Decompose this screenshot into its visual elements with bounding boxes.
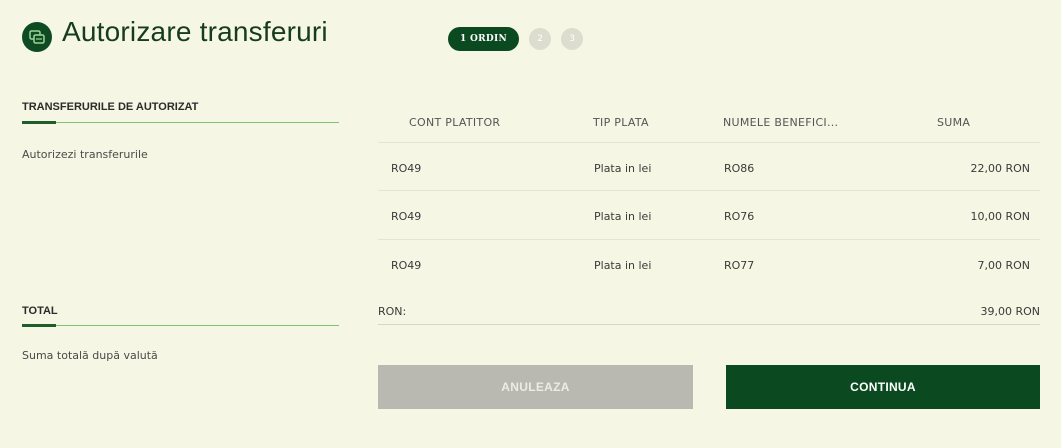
cell-beneficiary: RO76	[724, 210, 755, 223]
col-header-amount: SUMA	[937, 116, 971, 129]
cell-type: Plata in lei	[594, 259, 652, 272]
step-1-active[interactable]: 1 ORDIN	[448, 27, 520, 51]
total-divider-accent	[22, 324, 56, 327]
total-currency-label: RON:	[378, 305, 407, 318]
step-2: 2	[529, 28, 552, 50]
transfers-section-desc: Autorizezi transferurile	[22, 148, 148, 161]
continue-button[interactable]: CONTINUA	[726, 365, 1040, 409]
cell-amount: 22,00 RON	[970, 162, 1030, 175]
table-row[interactable]: RO49 Plata in lei RO77 7,00 RON	[378, 245, 1040, 291]
cell-account: RO49	[391, 259, 422, 272]
cell-amount: 7,00 RON	[977, 259, 1030, 272]
total-divider	[22, 325, 339, 326]
cell-account: RO49	[391, 210, 422, 223]
row-divider	[378, 190, 1040, 191]
cell-type: Plata in lei	[594, 162, 652, 175]
row-divider	[378, 239, 1040, 240]
cancel-button[interactable]: ANULEAZA	[378, 365, 693, 409]
col-header-account: CONT PLATITOR	[409, 116, 501, 129]
total-section-title: TOTAL	[22, 305, 58, 317]
total-section-desc: Suma totală după valută	[22, 349, 158, 362]
section-divider-accent	[22, 121, 56, 124]
total-divider-line	[378, 324, 1040, 325]
section-divider	[22, 122, 339, 123]
col-header-beneficiary: NUMELE BENEFICI...	[723, 116, 839, 129]
cell-beneficiary: RO77	[724, 259, 755, 272]
order-stepper: 1 ORDIN 2 3	[448, 27, 584, 51]
page-title: Autorizare transferuri	[62, 16, 328, 47]
cell-account: RO49	[391, 162, 422, 175]
table-row[interactable]: RO49 Plata in lei RO76 10,00 RON	[378, 196, 1040, 242]
table-row[interactable]: RO49 Plata in lei RO86 22,00 RON	[378, 148, 1040, 194]
transfers-section-title: TRANSFERURILE DE AUTORIZAT	[22, 101, 199, 113]
header-divider	[378, 142, 1040, 143]
cell-type: Plata in lei	[594, 210, 652, 223]
cell-amount: 10,00 RON	[970, 210, 1030, 223]
cell-beneficiary: RO86	[724, 162, 755, 175]
step-3: 3	[561, 28, 584, 50]
total-amount: 39,00 RON	[980, 305, 1040, 318]
transfer-icon	[22, 22, 52, 52]
col-header-type: TIP PLATA	[593, 116, 649, 129]
